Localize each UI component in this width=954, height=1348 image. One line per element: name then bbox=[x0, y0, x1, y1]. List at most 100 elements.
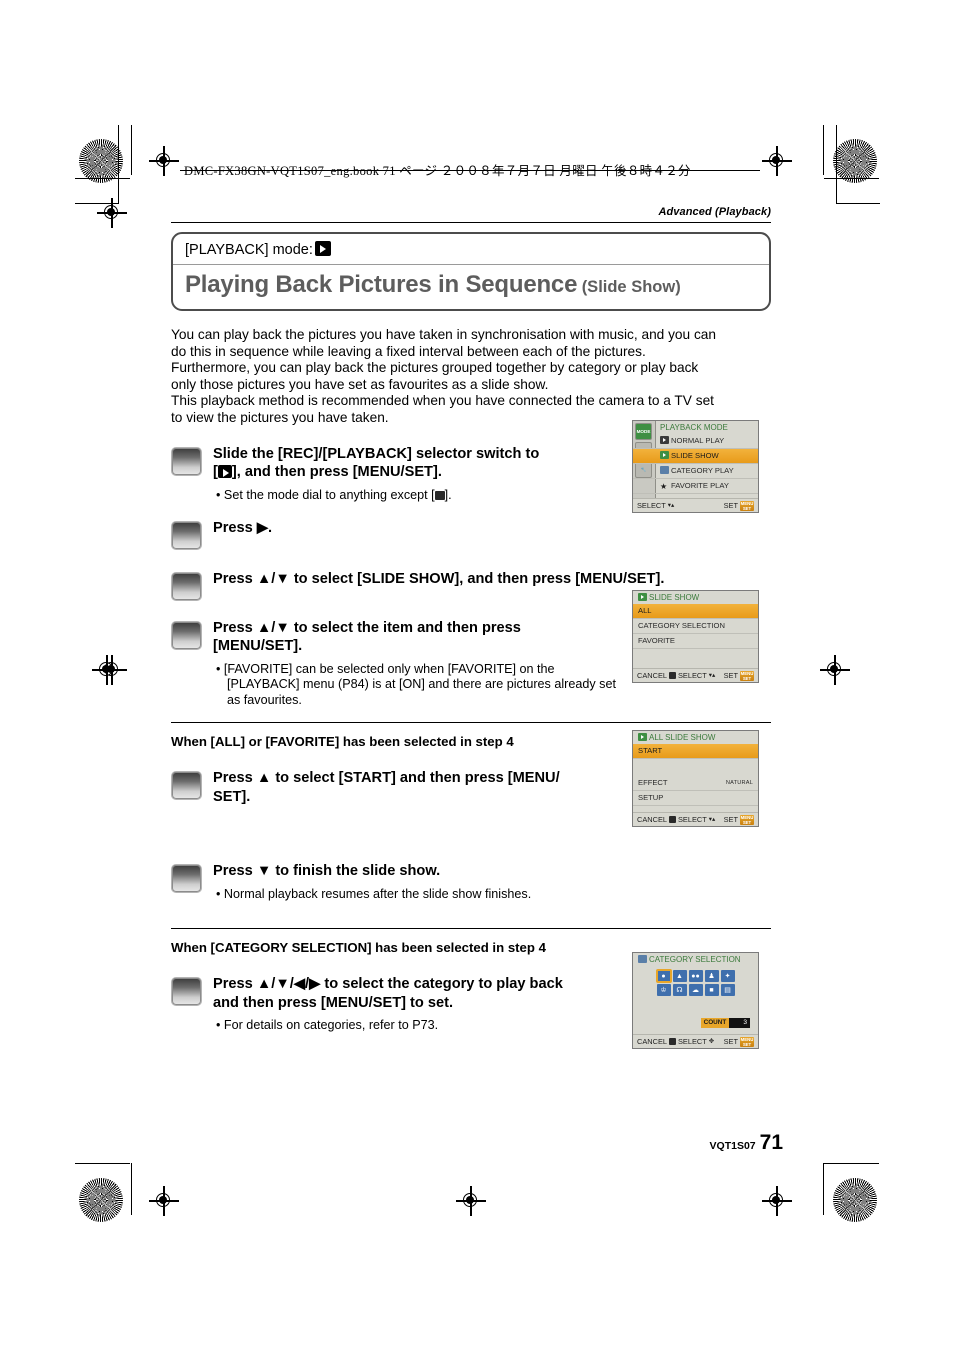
lcd-slide-show: SLIDE SHOW ALL CATEGORY SELECTION FAVORI… bbox=[632, 590, 759, 683]
document-code: VQT1S07 bbox=[709, 1140, 756, 1152]
count-label: COUNT bbox=[700, 1018, 730, 1028]
footer-cancel-label-3: CANCEL bbox=[637, 815, 667, 824]
set-btn-bottom-4: SET bbox=[742, 1041, 752, 1047]
crop-mark-bottom-left-h bbox=[75, 1163, 130, 1165]
step-number-badge-4 bbox=[171, 620, 202, 650]
set-btn-bottom-2: SET bbox=[742, 675, 752, 681]
playback-icon-inline bbox=[217, 465, 232, 479]
movie-icon[interactable]: ▤ bbox=[720, 984, 735, 996]
step-4-title: Press ▲/▼ to select the item and then pr… bbox=[213, 619, 521, 655]
step-6-title: Press ▼ to finish the slide show. bbox=[213, 863, 441, 880]
lcd-category-selection-header: CATEGORY SELECTION bbox=[633, 953, 758, 966]
registration-mark-bl bbox=[149, 1186, 179, 1216]
building-icon[interactable]: ■ bbox=[704, 984, 719, 996]
step-number-badge-5 bbox=[171, 771, 202, 801]
scenery-icon[interactable]: ▲ bbox=[672, 970, 687, 982]
step-3-title: Press ▲/▼ to select [SLIDE SHOW], and th… bbox=[213, 570, 665, 587]
food-icon[interactable]: ☊ bbox=[672, 984, 687, 996]
crop-mark-top-left-v2 bbox=[118, 125, 120, 203]
cancel-btn-icon[interactable] bbox=[668, 672, 676, 679]
set-btn-top: MENU bbox=[740, 500, 754, 506]
footer-select-label: SELECT bbox=[637, 501, 666, 510]
step-5-title: Press ▲ to select [START] and then press… bbox=[213, 770, 560, 805]
step-2-title: Press ▶. bbox=[213, 519, 273, 536]
step-4-body: Press ▲/▼ to select the item and then pr… bbox=[213, 619, 628, 708]
updown-icon-2: ▾▴ bbox=[708, 671, 716, 679]
step-4-bullet: [FAVORITE] can be selected only when [FA… bbox=[213, 662, 628, 708]
page-number: 71 bbox=[759, 1131, 783, 1154]
chapter-tag: Advanced (Playback) bbox=[658, 206, 771, 218]
lcd-category-selection-footer: CANCEL SELECT ✥ SET MENU SET bbox=[633, 1034, 758, 1048]
group-icon[interactable]: ●● bbox=[688, 970, 703, 982]
menu-set-button-icon-3[interactable]: MENU SET bbox=[740, 814, 754, 825]
step-number-badge-2 bbox=[171, 520, 202, 550]
menu-item-category-selection[interactable]: CATEGORY SELECTION bbox=[633, 619, 758, 634]
crop-mark-bottom-right-h bbox=[824, 1163, 879, 1165]
menu-item-slide-show-label: SLIDE SHOW bbox=[671, 451, 719, 460]
mode-dial-icon bbox=[434, 490, 445, 500]
page-subtitle: (Slide Show) bbox=[581, 278, 681, 296]
lcd-all-slide-show: ALL SLIDE SHOW START EFFECT NATURAL SETUP… bbox=[632, 730, 759, 827]
menu-item-normal-play-label: NORMAL PLAY bbox=[671, 436, 725, 445]
menu-item-favorite-play[interactable]: ★ FAVORITE PLAY bbox=[633, 479, 758, 494]
step-6-body: Press ▼ to finish the slide show. Normal… bbox=[213, 862, 771, 902]
cancel-btn-icon-4[interactable] bbox=[668, 1038, 676, 1045]
animal-icon[interactable]: ♔ bbox=[656, 984, 671, 996]
lcd-slide-show-header-label: SLIDE SHOW bbox=[649, 593, 700, 602]
registration-mark-tl bbox=[149, 146, 179, 176]
menu-item-effect[interactable]: EFFECT NATURAL bbox=[633, 776, 758, 791]
menu-item-setup[interactable]: SETUP bbox=[633, 791, 758, 806]
title-box: [PLAYBACK] mode: Playing Back Pictures i… bbox=[171, 232, 771, 311]
menu-set-button-icon-4[interactable]: MENU SET bbox=[740, 1036, 754, 1047]
slideshow-icon bbox=[660, 451, 669, 459]
step-5-body: Press ▲ to select [START] and then press… bbox=[213, 769, 628, 806]
lcd-category-selection-header-label: CATEGORY SELECTION bbox=[649, 955, 741, 964]
step-1-body: Slide the [REC]/[PLAYBACK] selector swit… bbox=[213, 445, 628, 503]
menu-item-favorite[interactable]: FAVORITE bbox=[633, 634, 758, 649]
registration-mark-tr bbox=[762, 146, 792, 176]
menu-item-slide-show[interactable]: SLIDE SHOW bbox=[633, 449, 758, 464]
category-row-1: ● ▲ ●● ♟ ✦ bbox=[655, 969, 735, 983]
crop-mark-top-right-v2 bbox=[836, 125, 838, 203]
step-7-body: Press ▲/▼/◀/▶ to select the category to … bbox=[213, 975, 633, 1033]
menu-item-start[interactable]: START bbox=[633, 744, 758, 759]
page-title: Playing Back Pictures in Sequence bbox=[185, 271, 578, 298]
baby-icon[interactable]: ♟ bbox=[704, 970, 719, 982]
portrait-icon[interactable]: ● bbox=[655, 969, 672, 983]
crop-mark-top-left-v bbox=[131, 125, 133, 175]
step-1-bullet: Set the mode dial to anything except []. bbox=[213, 488, 628, 503]
footer-cancel-label: CANCEL bbox=[637, 671, 667, 680]
footer-set-label: SET bbox=[723, 501, 738, 510]
title-heads: Playing Back Pictures in Sequence (Slide… bbox=[173, 265, 769, 309]
menu-item-effect-value: NATURAL bbox=[725, 780, 753, 786]
menu-item-category-play-label: CATEGORY PLAY bbox=[671, 466, 734, 475]
registration-mark-mr bbox=[820, 655, 850, 685]
cancel-btn-icon-3[interactable] bbox=[668, 816, 676, 823]
menu-set-button-icon-2[interactable]: MENU SET bbox=[740, 670, 754, 681]
menu-set-button-icon[interactable]: MENU SET bbox=[740, 500, 754, 511]
step-6-bullet: Normal playback resumes after the slide … bbox=[213, 887, 771, 902]
print-star-target-bl bbox=[79, 1178, 123, 1222]
lcd-all-slide-show-rows: START EFFECT NATURAL SETUP bbox=[633, 744, 758, 806]
lcd-all-slide-show-header-label: ALL SLIDE SHOW bbox=[649, 733, 716, 742]
lcd-playback-mode-header: PLAYBACK MODE bbox=[660, 423, 728, 432]
menu-item-all[interactable]: ALL bbox=[633, 604, 758, 619]
lcd-playback-mode: MODE ▶ 🔧 PLAYBACK MODE NORMAL PLAY SLIDE… bbox=[632, 420, 759, 513]
crop-mark-bottom-left-v bbox=[131, 1163, 133, 1215]
step-number-badge-6 bbox=[171, 864, 202, 894]
lcd-category-selection: CATEGORY SELECTION ● ▲ ●● ♟ ✦ ♔ ☊ ☁ ■ ▤ … bbox=[632, 952, 759, 1049]
star-icon: ★ bbox=[660, 482, 668, 491]
intro-paragraph: You can play back the pictures you have … bbox=[171, 327, 717, 425]
slideshow-icon-header-2 bbox=[638, 733, 647, 741]
pet-icon[interactable]: ✦ bbox=[720, 970, 735, 982]
step-number-badge-7 bbox=[171, 977, 202, 1007]
print-star-target-tl bbox=[79, 139, 123, 183]
travel-icon[interactable]: ☁ bbox=[688, 984, 703, 996]
step-6: Press ▼ to finish the slide show. Normal… bbox=[171, 862, 771, 902]
footer-set-label-3: SET bbox=[723, 815, 738, 824]
menu-item-normal-play[interactable]: NORMAL PLAY bbox=[633, 434, 758, 449]
menu-item-category-play[interactable]: CATEGORY PLAY bbox=[633, 464, 758, 479]
crop-mark-top-left-h2 bbox=[75, 203, 119, 205]
footer-cancel-label-4: CANCEL bbox=[637, 1037, 667, 1046]
step-number-badge-3 bbox=[171, 571, 202, 601]
